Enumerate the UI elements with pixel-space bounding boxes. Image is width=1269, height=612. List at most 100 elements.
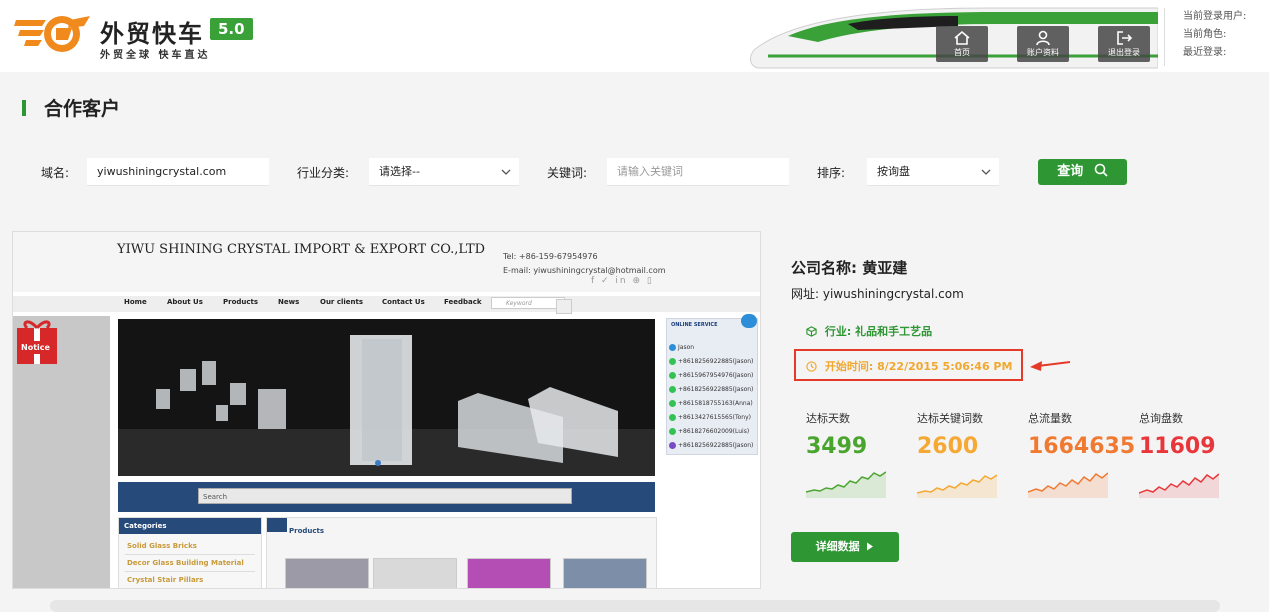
list-item: Jason bbox=[669, 341, 753, 355]
current-role-label: 当前角色: bbox=[1183, 29, 1227, 40]
screenshot-categories: Categories Solid Glass Bricks Decor Glas… bbox=[118, 517, 262, 588]
sort-select[interactable]: 按询盘 bbox=[867, 158, 999, 186]
stat-inquiries-label: 总询盘数 bbox=[1139, 412, 1183, 425]
list-item: Crystal Stair Pillars bbox=[125, 572, 255, 588]
stat-keywords-value: 2600 bbox=[917, 434, 979, 459]
company-website: 网址: yiwushiningcrystal.com bbox=[791, 285, 964, 302]
screenshot-nav-item: Home bbox=[124, 298, 147, 306]
nav-account-button[interactable]: 账户资料 bbox=[1017, 26, 1069, 62]
screenshot-tel: Tel: +86-159-67954976 bbox=[503, 252, 598, 261]
industry-label: 行业: bbox=[824, 325, 852, 338]
keyword-input[interactable]: 请输入关键词 bbox=[607, 158, 789, 186]
screenshot-products: Products bbox=[266, 517, 657, 588]
logo-subtitle: 外贸全球 快车直达 bbox=[100, 50, 211, 61]
screenshot-nav-item: Contact Us bbox=[382, 298, 425, 306]
categories-title: Categories bbox=[119, 518, 261, 534]
screenshot-header: YIWU SHINING CRYSTAL IMPORT & EXPORT CO.… bbox=[13, 232, 760, 292]
product-thumbnail bbox=[467, 558, 551, 588]
stat-traffic: 总流量数 1664635 bbox=[1028, 410, 1138, 459]
online-service-title: ONLINE SERVICE bbox=[671, 322, 718, 328]
list-item: +8618276602009(Luis) bbox=[669, 425, 753, 439]
query-button[interactable]: 查询 bbox=[1038, 159, 1127, 185]
start-time: 开始时间: 8/22/2015 5:06:46 PM bbox=[806, 358, 1012, 374]
logo-wings-icon bbox=[14, 16, 90, 52]
detail-data-label: 详细数据 bbox=[815, 540, 860, 553]
products-title: Products bbox=[289, 527, 325, 535]
company-name-value: 黄亚建 bbox=[862, 259, 908, 277]
arrow-left-icon bbox=[1030, 361, 1071, 371]
screenshot-search-input: Search bbox=[198, 488, 572, 504]
stat-keywords: 达标关键词数 2600 bbox=[917, 410, 1027, 459]
nav-logout-label: 退出登录 bbox=[1108, 48, 1140, 57]
online-contacts-list: Jason +8618256922885(Jason) +86159679549… bbox=[669, 341, 753, 453]
nav-home-label: 首页 bbox=[954, 48, 970, 57]
home-icon bbox=[954, 30, 970, 45]
industry-value: 礼品和手工艺品 bbox=[855, 325, 933, 338]
caret-right-icon bbox=[867, 542, 874, 551]
user-info: 当前登录用户: 当前角色: 最近登录: bbox=[1164, 8, 1246, 66]
title-accent-bar bbox=[22, 100, 26, 116]
domain-label: 域名: bbox=[41, 166, 70, 180]
website-label: 网址: bbox=[791, 287, 820, 301]
nav-account-label: 账户资料 bbox=[1027, 48, 1059, 57]
keyword-label: 关键词: bbox=[547, 166, 588, 180]
stat-inquiries: 总询盘数 11609 bbox=[1139, 410, 1249, 459]
query-button-label: 查询 bbox=[1057, 164, 1084, 179]
cube-icon bbox=[806, 326, 817, 337]
logo[interactable]: 外贸快车 5.0 外贸全球 快车直达 bbox=[12, 8, 253, 61]
logo-version-badge: 5.0 bbox=[210, 18, 253, 40]
nav-logout-button[interactable]: 退出登录 bbox=[1098, 26, 1150, 62]
industry-label: 行业分类: bbox=[297, 166, 350, 180]
new-tag-badge bbox=[267, 518, 287, 532]
stat-days-label: 达标天数 bbox=[806, 412, 850, 425]
bottom-panel-edge bbox=[50, 600, 1220, 612]
header: 外贸快车 5.0 外贸全球 快车直达 首页 账户资料 退出登录 当前登录用户: … bbox=[0, 0, 1269, 72]
screenshot-nav: Home About Us Products News Our clients … bbox=[13, 296, 760, 312]
stat-traffic-label: 总流量数 bbox=[1028, 412, 1072, 425]
slider-dot bbox=[375, 460, 381, 466]
logout-icon bbox=[1117, 31, 1133, 45]
stat-traffic-value: 1664635 bbox=[1028, 434, 1136, 459]
website-screenshot: YIWU SHINING CRYSTAL IMPORT & EXPORT CO.… bbox=[12, 231, 761, 589]
screenshot-nav-item: About Us bbox=[167, 298, 203, 306]
sparkline-days bbox=[806, 471, 886, 498]
start-time-highlight: 开始时间: 8/22/2015 5:06:46 PM bbox=[794, 349, 1023, 381]
user-icon bbox=[1036, 30, 1050, 46]
detail-data-button[interactable]: 详细数据 bbox=[791, 532, 899, 562]
stat-keywords-label: 达标关键词数 bbox=[917, 412, 983, 425]
search-icon bbox=[1094, 163, 1108, 177]
list-item: Decor Glass Building Material bbox=[125, 555, 255, 572]
list-item: +8615967954976(Jason) bbox=[669, 369, 753, 383]
screenshot-company-name: YIWU SHINING CRYSTAL IMPORT & EXPORT CO.… bbox=[117, 242, 486, 257]
product-thumbnail bbox=[373, 558, 457, 588]
industry-select[interactable]: 请选择-- bbox=[369, 158, 519, 186]
screenshot-nav-item: Feedback bbox=[444, 298, 482, 306]
clock-icon bbox=[806, 361, 817, 372]
page-title: 合作客户 bbox=[44, 98, 121, 120]
sparkline-traffic bbox=[1028, 472, 1108, 498]
company-industry: 行业: 礼品和手工艺品 bbox=[806, 323, 932, 339]
stat-days-value: 3499 bbox=[806, 434, 868, 459]
screenshot-nav-item: News bbox=[278, 298, 300, 306]
list-item: Solid Glass Bricks bbox=[125, 538, 255, 555]
company-name: 公司名称: 黄亚建 bbox=[791, 257, 907, 278]
screenshot-online-service: ONLINE SERVICE Jason +8618256922885(Jaso… bbox=[666, 318, 758, 455]
start-time-value: 8/22/2015 5:06:46 PM bbox=[877, 360, 1013, 373]
list-item: +8613427615565(Tony) bbox=[669, 411, 753, 425]
screenshot-product-slider bbox=[118, 319, 655, 476]
chat-bubble-icon bbox=[741, 314, 757, 328]
chevron-down-icon bbox=[981, 169, 991, 175]
screenshot-search-bar: Search bbox=[118, 482, 655, 512]
product-thumbnail bbox=[285, 558, 369, 588]
list-item: +8615818755163(Anna) bbox=[669, 397, 753, 411]
current-user-label: 当前登录用户: bbox=[1183, 11, 1247, 22]
screenshot-notice-badge: Notice bbox=[17, 341, 54, 354]
sort-label: 排序: bbox=[817, 166, 846, 180]
list-item: +8618256922885(Jason) bbox=[669, 439, 753, 453]
website-value[interactable]: yiwushiningcrystal.com bbox=[823, 287, 964, 301]
domain-input[interactable]: yiwushiningcrystal.com bbox=[87, 158, 269, 186]
screenshot-keyword-input: Keyword bbox=[491, 297, 565, 309]
list-item: +8618256922885(Jason) bbox=[669, 383, 753, 397]
product-thumbnail bbox=[563, 558, 647, 588]
nav-home-button[interactable]: 首页 bbox=[936, 26, 988, 62]
